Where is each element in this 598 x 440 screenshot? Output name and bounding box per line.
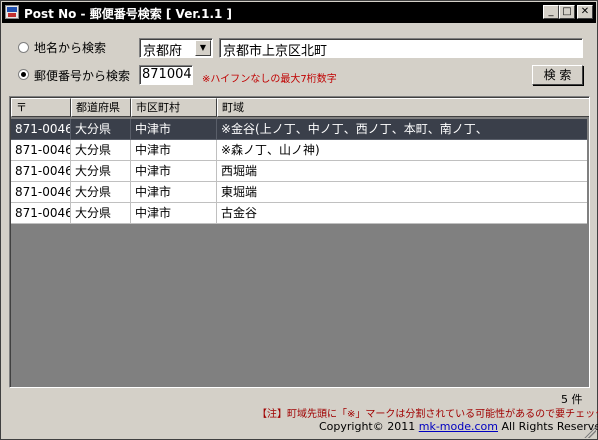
city-cell: 中津市 bbox=[131, 140, 217, 161]
app-icon bbox=[5, 5, 19, 19]
list-header: 〒 都道府県 市区町村 町域 bbox=[11, 98, 589, 117]
minimize-button[interactable]: _ bbox=[543, 5, 559, 19]
postal-cell: 871-0046 bbox=[11, 182, 71, 203]
title-bar: Post No - 郵便番号検索 [ Ver.1.1 ] _ □ ✕ bbox=[2, 2, 596, 23]
address-input[interactable]: 京都市上京区北町 bbox=[219, 38, 583, 58]
town-cell: 西堀端 bbox=[217, 161, 587, 182]
column-header[interactable]: 町域 bbox=[217, 98, 589, 117]
prefecture-cell: 大分県 bbox=[71, 161, 131, 182]
city-cell: 中津市 bbox=[131, 161, 217, 182]
prefecture-cell: 大分県 bbox=[71, 182, 131, 203]
table-row[interactable]: 871-0046 大分県 中津市 ※金谷(上ノ丁、中ノ丁、西ノ丁、本町、南ノ丁、 bbox=[11, 119, 587, 140]
copyright-prefix: Copyright© 2011 bbox=[319, 420, 416, 433]
prefecture-cell: 大分県 bbox=[71, 203, 131, 224]
town-cell: ※金谷(上ノ丁、中ノ丁、西ノ丁、本町、南ノ丁、 bbox=[217, 119, 587, 140]
city-cell: 中津市 bbox=[131, 182, 217, 203]
postal-cell: 871-0046 bbox=[11, 140, 71, 161]
window-title: Post No - 郵便番号検索 [ Ver.1.1 ] bbox=[24, 7, 233, 21]
prefecture-cell: 大分県 bbox=[71, 140, 131, 161]
radio-postal-search[interactable] bbox=[18, 69, 29, 80]
postal-hint: ※ハイフンなしの最大7桁数字 bbox=[202, 74, 337, 85]
search-button[interactable]: 検 索 bbox=[532, 65, 583, 85]
table-row[interactable]: 871-0046 大分県 中津市 東堀端 bbox=[11, 182, 587, 203]
postal-cell: 871-0046 bbox=[11, 119, 71, 140]
town-cell: ※森ノ丁、山ノ神) bbox=[217, 140, 587, 161]
column-header[interactable]: 都道府県 bbox=[71, 98, 131, 117]
table-row[interactable]: 871-0046 大分県 中津市 古金谷 bbox=[11, 203, 587, 224]
postal-cell: 871-0046 bbox=[11, 161, 71, 182]
close-button[interactable]: ✕ bbox=[577, 5, 593, 19]
copyright: Copyright© 2011 mk-mode.com All Rights R… bbox=[319, 420, 598, 433]
column-header[interactable]: 市区町村 bbox=[131, 98, 217, 117]
table-row[interactable]: 871-0046 大分県 中津市 西堀端 bbox=[11, 161, 587, 182]
column-header[interactable]: 〒 bbox=[11, 98, 71, 117]
resize-grip-icon[interactable] bbox=[584, 426, 596, 438]
postal-code-input[interactable]: 8710046 bbox=[139, 65, 193, 85]
copyright-link[interactable]: mk-mode.com bbox=[419, 420, 498, 433]
radio-place-search[interactable] bbox=[18, 42, 29, 53]
town-cell: 古金谷 bbox=[217, 203, 587, 224]
prefecture-cell: 大分県 bbox=[71, 119, 131, 140]
city-cell: 中津市 bbox=[131, 203, 217, 224]
footer-note: 【注】町域先頭に「※」マークは分割されている可能性があるので要チェック！ bbox=[257, 409, 598, 420]
chevron-down-icon[interactable]: ▼ bbox=[195, 40, 211, 56]
app-window: Post No - 郵便番号検索 [ Ver.1.1 ] _ □ ✕ 地名から検… bbox=[0, 0, 598, 440]
table-row[interactable]: 871-0046 大分県 中津市 ※森ノ丁、山ノ神) bbox=[11, 140, 587, 161]
maximize-button[interactable]: □ bbox=[559, 5, 575, 19]
postal-cell: 871-0046 bbox=[11, 203, 71, 224]
results-list[interactable]: 〒 都道府県 市区町村 町域 871-0046 大分県 中津市 ※金谷(上ノ丁、… bbox=[9, 96, 590, 388]
city-cell: 中津市 bbox=[131, 119, 217, 140]
radio-place-label[interactable]: 地名から検索 bbox=[34, 39, 106, 56]
radio-postal-label[interactable]: 郵便番号から検索 bbox=[34, 67, 130, 84]
town-cell: 東堀端 bbox=[217, 182, 587, 203]
